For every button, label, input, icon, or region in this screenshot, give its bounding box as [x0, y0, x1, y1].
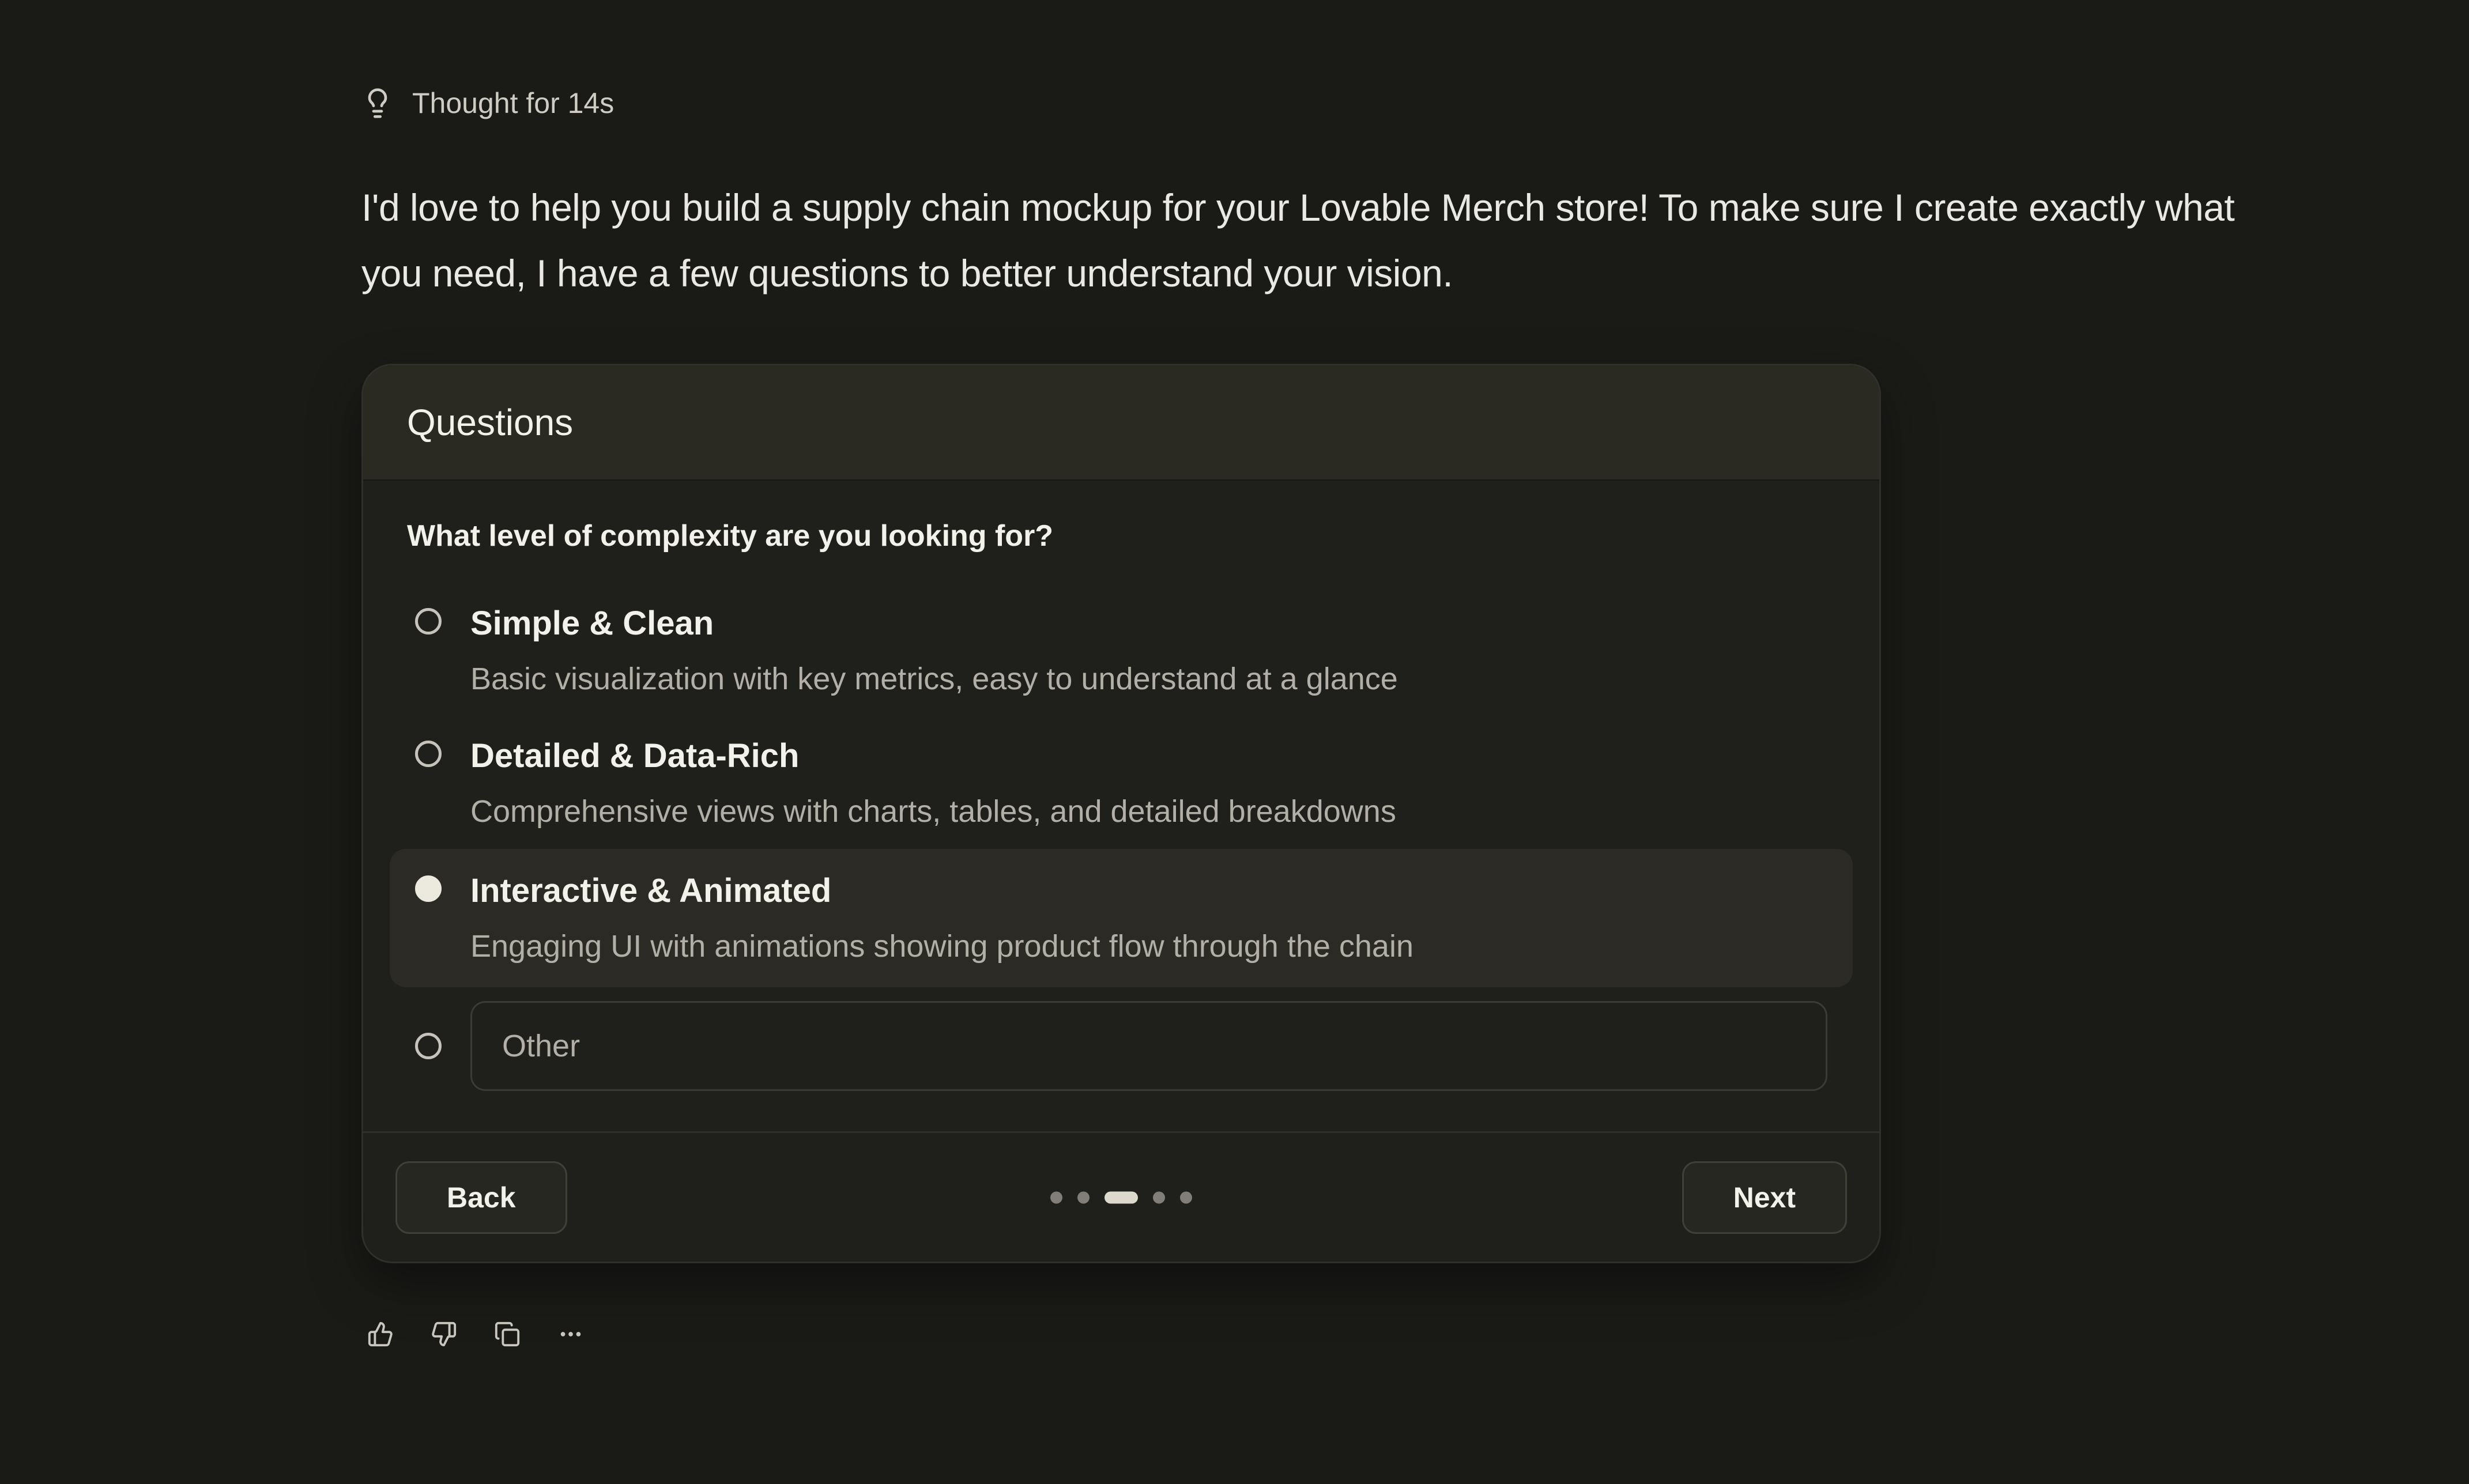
- more-options-button[interactable]: [557, 1321, 584, 1347]
- option-label: Simple & Clean: [470, 603, 1398, 644]
- thought-toggle[interactable]: Thought for 14s: [361, 86, 614, 120]
- pagination-dot: [1077, 1191, 1090, 1203]
- thumbs-down-icon: [431, 1321, 457, 1347]
- radio-icon[interactable]: [415, 741, 442, 767]
- copy-icon: [494, 1321, 521, 1347]
- assistant-message-text: I'd love to help you build a supply chai…: [361, 175, 2235, 306]
- option-description: Comprehensive views with charts, tables,…: [470, 792, 1396, 830]
- option-text: Interactive & Animated Engaging UI with …: [470, 871, 1413, 965]
- questions-card-body: What level of complexity are you looking…: [363, 481, 1879, 1131]
- option-label: Detailed & Data-Rich: [470, 736, 1396, 776]
- option-detailed-data-rich[interactable]: Detailed & Data-Rich Comprehensive views…: [390, 736, 1853, 830]
- questions-card: Questions What level of complexity are y…: [361, 364, 1881, 1263]
- option-interactive-animated[interactable]: Interactive & Animated Engaging UI with …: [390, 849, 1853, 987]
- thumbs-down-button[interactable]: [431, 1321, 457, 1347]
- more-options-icon: [557, 1321, 584, 1347]
- questions-card-footer: Back Next: [363, 1131, 1879, 1262]
- pagination-dot: [1050, 1191, 1062, 1203]
- pagination-dot: [1153, 1191, 1165, 1203]
- option-label: Interactive & Animated: [470, 871, 1413, 911]
- lightbulb-icon: [361, 87, 394, 119]
- radio-icon[interactable]: [415, 608, 442, 635]
- thought-label: Thought for 14s: [412, 86, 614, 120]
- option-text: Detailed & Data-Rich Comprehensive views…: [470, 736, 1396, 830]
- next-button[interactable]: Next: [1682, 1161, 1847, 1234]
- radio-selected-icon[interactable]: [415, 875, 442, 902]
- thumbs-up-icon: [367, 1321, 394, 1347]
- questions-card-header: Questions: [363, 365, 1879, 481]
- option-other[interactable]: [390, 1001, 1853, 1091]
- pagination-dot: [1180, 1191, 1192, 1203]
- option-simple-clean[interactable]: Simple & Clean Basic visualization with …: [390, 603, 1853, 698]
- option-description: Engaging UI with animations showing prod…: [470, 927, 1413, 965]
- copy-button[interactable]: [494, 1321, 521, 1347]
- other-input[interactable]: [470, 1001, 1827, 1091]
- chat-message-block: Thought for 14s I'd love to help you bui…: [361, 86, 2321, 1347]
- option-text: Simple & Clean Basic visualization with …: [470, 603, 1398, 698]
- options-list: Simple & Clean Basic visualization with …: [390, 603, 1853, 1091]
- pagination-dots: [1050, 1191, 1192, 1203]
- back-button[interactable]: Back: [395, 1161, 567, 1234]
- question-text: What level of complexity are you looking…: [407, 518, 1835, 554]
- message-actions: [367, 1321, 2321, 1347]
- pagination-dot-active: [1105, 1191, 1138, 1203]
- radio-icon[interactable]: [415, 1033, 442, 1059]
- thumbs-up-button[interactable]: [367, 1321, 394, 1347]
- option-description: Basic visualization with key metrics, ea…: [470, 660, 1398, 698]
- card-title: Questions: [407, 401, 573, 444]
